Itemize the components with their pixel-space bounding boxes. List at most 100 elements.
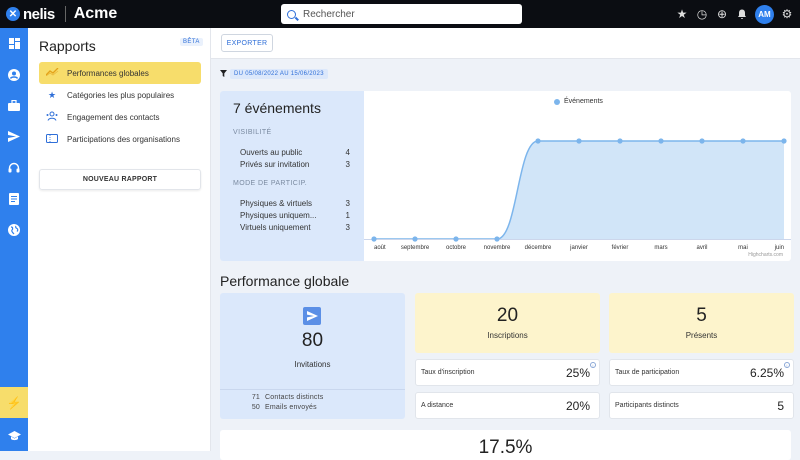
legend-label: Événements — [564, 98, 603, 105]
toolbar: EXPORTER — [211, 28, 800, 59]
panel-title: Rapports — [39, 38, 96, 54]
data-point[interactable] — [494, 236, 500, 242]
info-icon[interactable]: i — [784, 362, 790, 368]
invitations-value: 80 — [301, 330, 324, 351]
bolt-icon[interactable]: ⚡ — [0, 387, 28, 418]
sidebar-item-participations[interactable]: Participations des organisations — [39, 128, 201, 150]
add-circle-icon[interactable]: ⊕ — [715, 7, 729, 21]
bell-icon[interactable] — [735, 7, 749, 21]
date-range-chip[interactable]: DU 05/08/2022 AU 15/06/2023 — [230, 69, 328, 79]
presents-card: 5 Présents — [609, 293, 794, 353]
stat-value: 1 — [345, 211, 350, 220]
new-report-button[interactable]: NOUVEAU RAPPORT — [39, 169, 201, 190]
sidebar-item-engagement[interactable]: Engagement des contacts — [39, 106, 201, 128]
user-icon[interactable] — [0, 59, 28, 90]
data-point[interactable] — [740, 138, 746, 144]
bottom-metric-card: 17.5% — [220, 430, 791, 460]
search-icon — [287, 9, 296, 19]
distinct-contacts-count: 71 — [251, 394, 260, 401]
avatar[interactable]: AM — [755, 4, 774, 24]
visibility-heading: VISIBILITÉ — [233, 129, 272, 136]
metric-label: Participants distincts — [615, 402, 679, 409]
globe-icon[interactable] — [0, 214, 28, 245]
sidebar-item-categories[interactable]: ★ Catégories les plus populaires — [39, 84, 201, 106]
org-name[interactable]: Acme — [74, 5, 118, 23]
x-tick-label: novembre — [484, 245, 511, 251]
contacts-icon — [45, 111, 59, 123]
chart-svg: août septembre octobre novembre décembre janv… — [364, 138, 791, 251]
search-bar[interactable]: Rechercher — [281, 4, 522, 24]
a-distance-card: A distance 20% — [415, 392, 600, 419]
info-icon[interactable]: i — [590, 362, 596, 368]
data-point[interactable] — [453, 236, 459, 242]
x-tick-label: avril — [696, 245, 707, 251]
x-tick-label: février — [612, 245, 629, 251]
stat-label: Physiques & virtuels — [240, 199, 313, 208]
distinct-contacts: 71 Contacts distincts — [244, 394, 323, 401]
data-point[interactable] — [535, 138, 541, 144]
chart-credits: Highcharts.com — [748, 252, 783, 258]
x-tick-label: juin — [774, 245, 784, 251]
bottom-metric-value: 17.5% — [478, 437, 533, 458]
emails-sent-label: Emails envoyés — [265, 404, 317, 411]
metric-value: 5 — [777, 399, 784, 413]
x-tick-label: janvier — [569, 245, 588, 251]
history-icon[interactable]: ◷ — [695, 7, 709, 21]
invitations-label: Invitations — [294, 360, 331, 369]
logo[interactable]: ✕ nelis — [6, 6, 55, 23]
taux-inscription-card: Taux d'inscription 25% i — [415, 359, 600, 386]
metric-value: 25% — [565, 366, 590, 380]
metric-label: A distance — [421, 402, 454, 409]
send-icon[interactable] — [0, 121, 28, 152]
participants-distincts-card: Participants distincts 5 — [609, 392, 794, 419]
data-point[interactable] — [617, 138, 623, 144]
presents-label: Présents — [685, 331, 718, 340]
data-point[interactable] — [371, 236, 377, 242]
star-icon: ★ — [47, 89, 57, 100]
stat-value: 4 — [345, 148, 350, 157]
data-point[interactable] — [576, 138, 582, 144]
date-filter[interactable]: DU 05/08/2022 AU 15/06/2023 — [220, 69, 328, 79]
chart-legend[interactable]: Événements — [554, 98, 603, 105]
data-point[interactable] — [699, 138, 705, 144]
data-point[interactable] — [781, 138, 787, 144]
metric-value: 20% — [565, 399, 590, 413]
search-input[interactable]: Rechercher — [303, 9, 355, 20]
stat-row: Virtuels uniquement 3 — [240, 223, 350, 232]
beta-badge: BÊTA — [180, 38, 203, 46]
stat-value: 3 — [345, 199, 350, 208]
gear-icon[interactable]: ⚙ — [780, 7, 794, 21]
graduation-cap-icon[interactable] — [0, 420, 28, 451]
data-point[interactable] — [412, 236, 418, 242]
metric-value: 6.25% — [749, 366, 784, 380]
x-tick-label: décembre — [525, 245, 552, 251]
reports-panel: Rapports BÊTA Performances globales ★ Ca… — [28, 28, 211, 451]
document-icon[interactable] — [0, 183, 28, 214]
stat-row: Privés sur invitation 3 — [240, 160, 350, 169]
divider — [220, 389, 405, 390]
sidebar-item-label: Participations des organisations — [67, 134, 180, 144]
x-tick-label: mars — [654, 245, 667, 251]
distinct-contacts-label: Contacts distincts — [265, 394, 324, 401]
taux-participation-card: Taux de participation 6.25% i — [609, 359, 794, 386]
emails-sent: 50 Emails envoyés — [244, 404, 317, 411]
stat-row: Physiques uniquem... 1 — [240, 211, 350, 220]
dashboard-icon[interactable] — [0, 28, 28, 59]
briefcase-icon[interactable] — [0, 90, 28, 121]
sidebar-item-performances[interactable]: Performances globales — [39, 62, 201, 84]
trend-icon — [45, 67, 59, 78]
events-stats: 7 événements VISIBILITÉ Ouverts au publi… — [220, 91, 364, 261]
stat-label: Physiques uniquem... — [240, 211, 317, 220]
sidebar-item-label: Engagement des contacts — [67, 112, 160, 122]
inscriptions-value: 20 — [496, 305, 519, 326]
inscriptions-label: Inscriptions — [487, 331, 528, 340]
events-count: 7 événements — [233, 100, 321, 116]
star-icon[interactable]: ★ — [675, 7, 689, 21]
x-tick-label: mai — [738, 245, 748, 251]
export-button[interactable]: EXPORTER — [221, 34, 273, 52]
headset-icon[interactable] — [0, 152, 28, 183]
events-chart: Événements août septembre octobre novembre d… — [364, 91, 791, 261]
stat-row: Ouverts au public 4 — [240, 148, 350, 157]
data-point[interactable] — [658, 138, 664, 144]
logo-icon: ✕ — [6, 7, 20, 21]
